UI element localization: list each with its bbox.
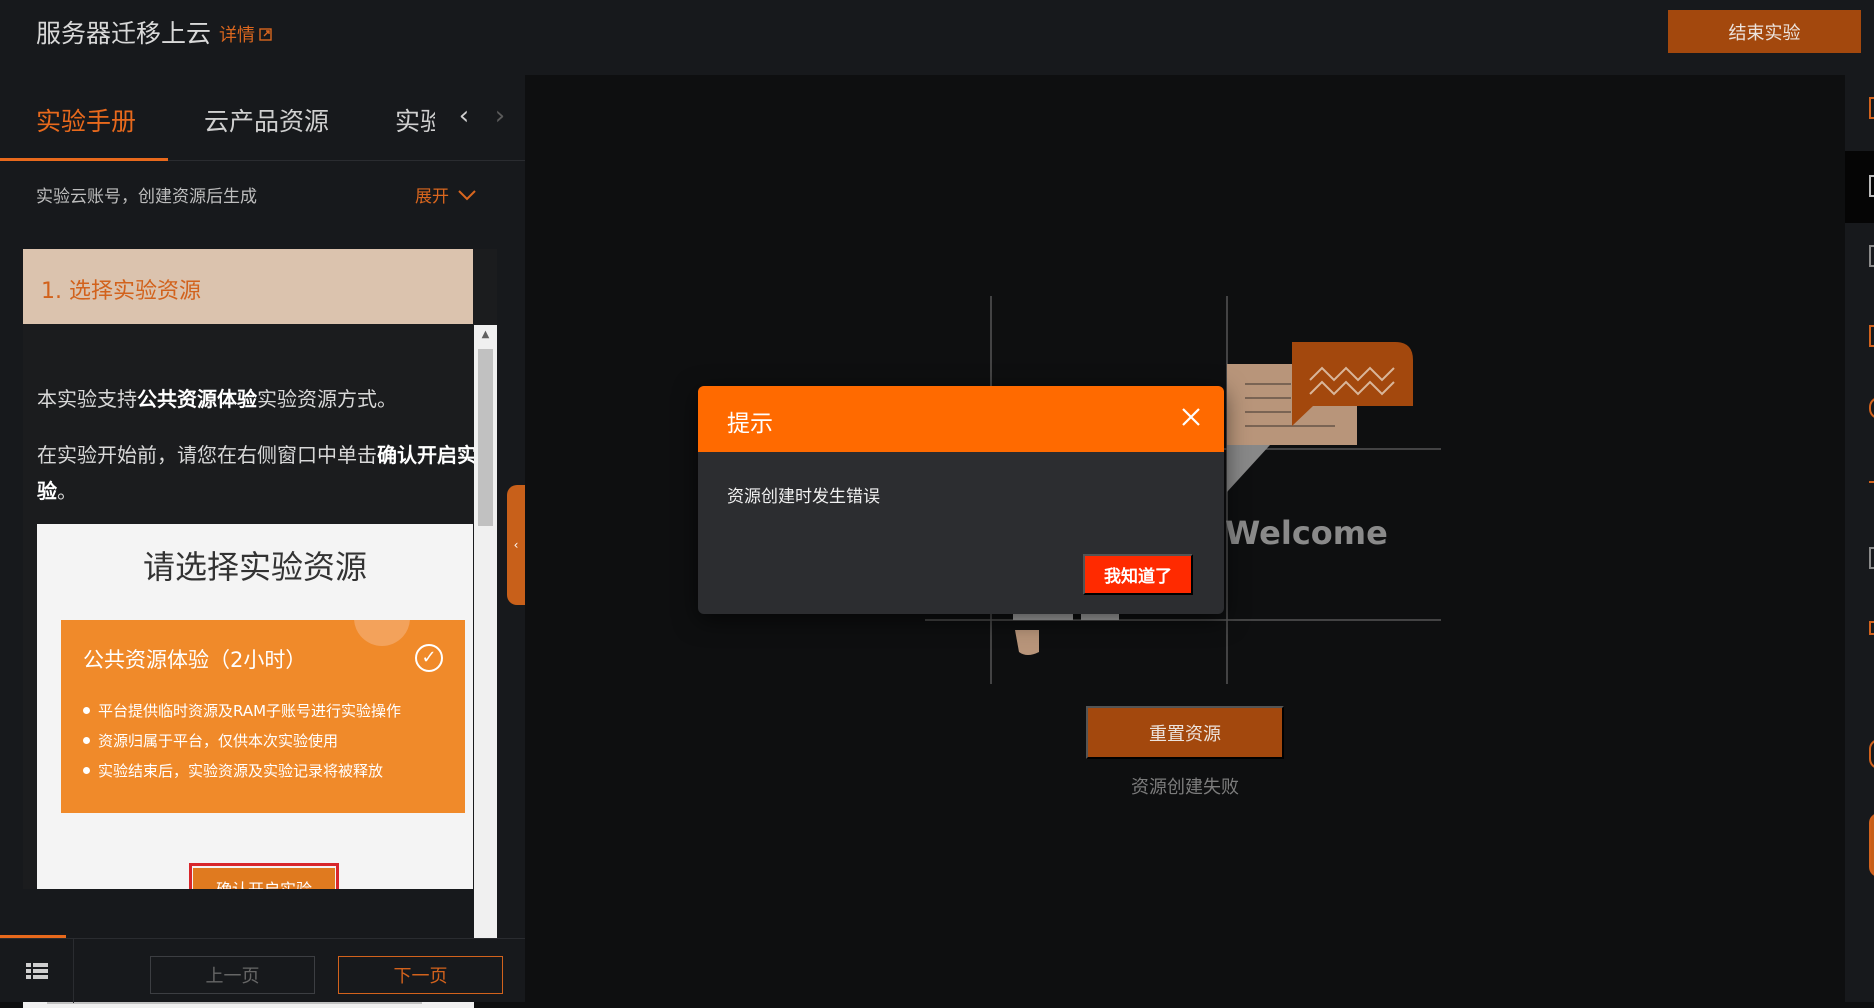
dialog-message: 资源创建时发生错误 <box>727 487 880 507</box>
dialog-title: 提示 <box>727 411 773 437</box>
alert-dialog: 提示 资源创建时发生错误 我知道了 <box>698 386 1224 614</box>
modal-overlay: 提示 资源创建时发生错误 我知道了 <box>0 0 1874 1002</box>
close-icon[interactable] <box>1178 406 1204 432</box>
dialog-header: 提示 <box>698 386 1224 452</box>
acknowledge-button[interactable]: 我知道了 <box>1083 554 1193 595</box>
